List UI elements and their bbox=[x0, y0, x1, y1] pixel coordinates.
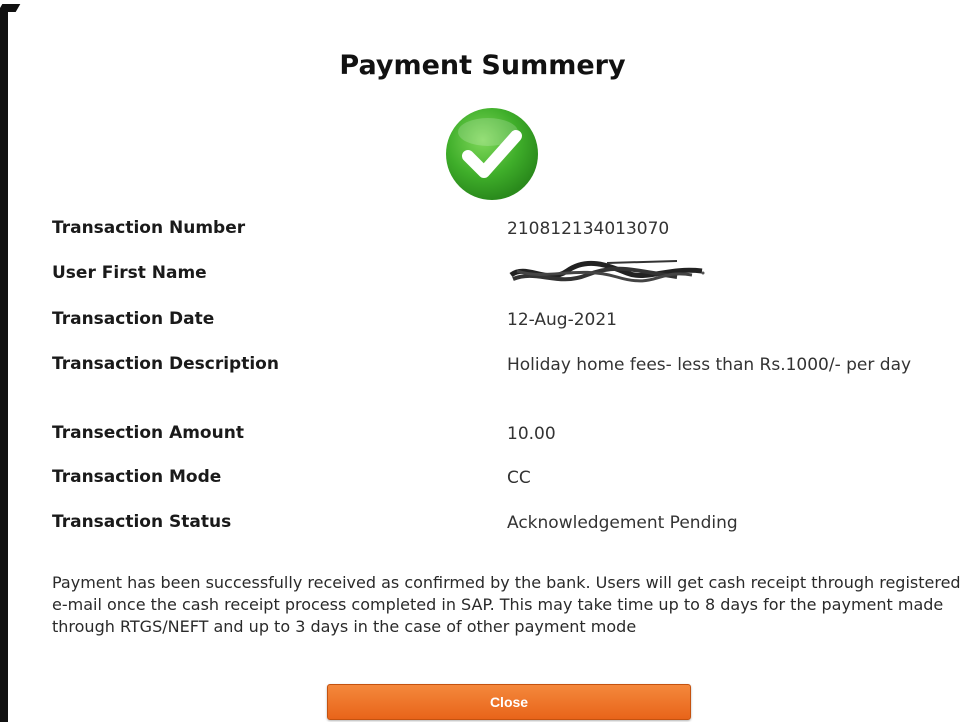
detail-label: Transaction Description bbox=[52, 354, 279, 374]
payment-summary-page: Payment Summery Transaction Number 21081… bbox=[0, 0, 965, 722]
detail-value: Holiday home fees- less than Rs.1000/- p… bbox=[507, 355, 912, 375]
detail-value: 210812134013070 bbox=[507, 219, 670, 239]
close-button[interactable]: Close bbox=[327, 684, 691, 720]
detail-label: Transaction Date bbox=[52, 309, 215, 329]
detail-label: Transaction Number bbox=[52, 218, 246, 238]
window-corner bbox=[0, 4, 21, 12]
window-left-border bbox=[0, 10, 8, 722]
detail-label: Transaction Status bbox=[52, 512, 232, 532]
detail-value: 10.00 bbox=[507, 424, 556, 444]
detail-value: Acknowledgement Pending bbox=[507, 513, 738, 533]
detail-value: 12-Aug-2021 bbox=[507, 310, 617, 330]
detail-label: Transaction Mode bbox=[52, 467, 222, 487]
page-title: Payment Summery bbox=[339, 50, 626, 81]
detail-label: User First Name bbox=[52, 263, 207, 283]
detail-label: Transection Amount bbox=[52, 423, 244, 443]
check-circle-icon bbox=[446, 108, 538, 200]
confirmation-note: Payment has been successfully received a… bbox=[52, 573, 961, 636]
redacted-value-scribble bbox=[509, 260, 705, 283]
detail-value: CC bbox=[507, 468, 531, 488]
